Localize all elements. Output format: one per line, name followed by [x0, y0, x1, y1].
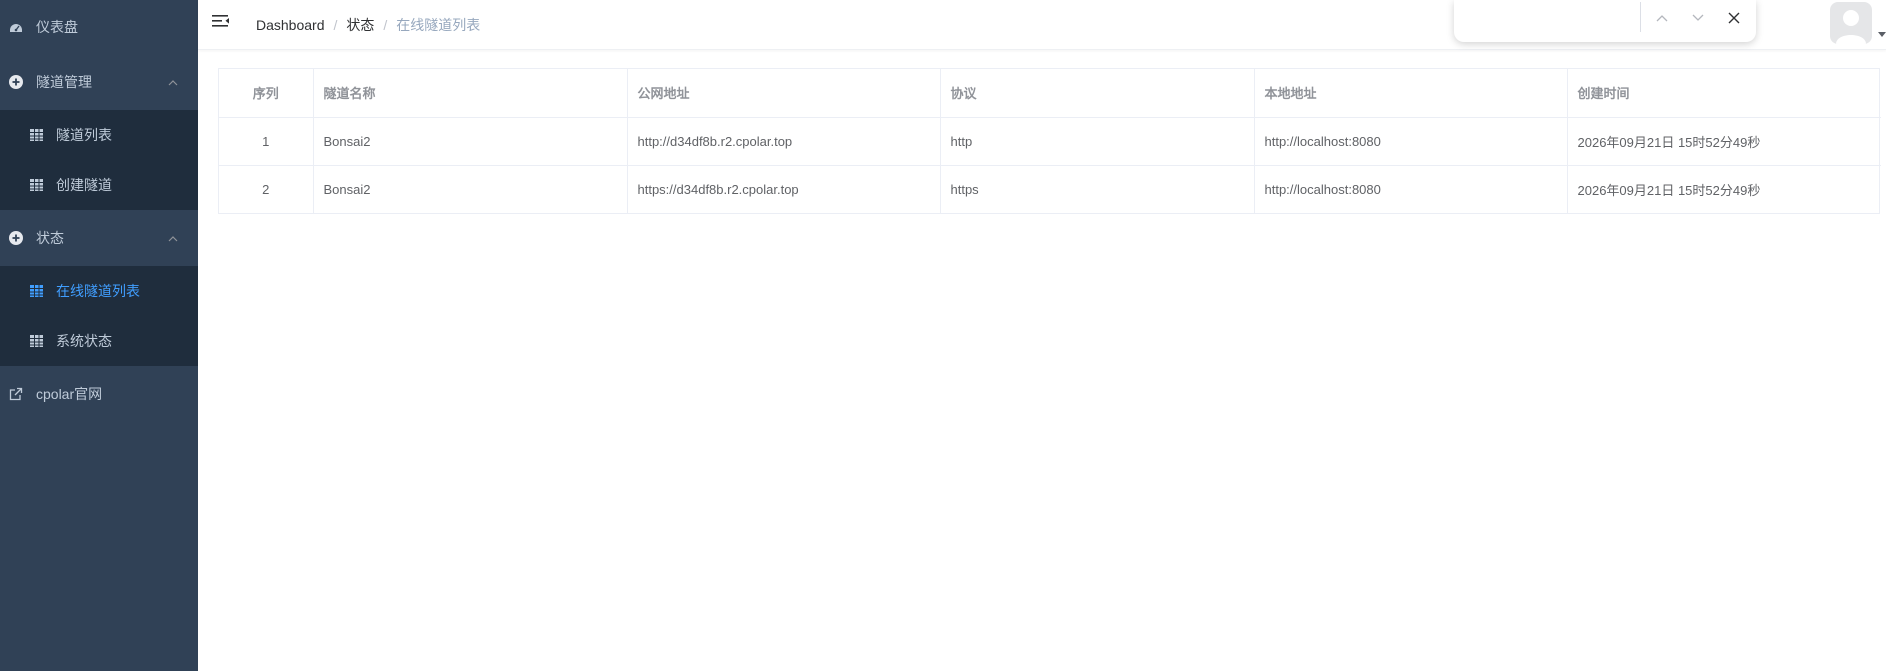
- sidebar-item-tunnel-list[interactable]: 隧道列表: [0, 110, 198, 160]
- cell-tunnel-name: Bonsai2: [313, 117, 628, 166]
- cell-created-time: 2026年09月21日 15时52分49秒: [1567, 117, 1881, 166]
- breadcrumb-separator: /: [383, 17, 388, 33]
- column-header-created-time: 创建时间: [1567, 69, 1881, 118]
- sidebar-item-system-status[interactable]: 系统状态: [0, 316, 198, 366]
- column-header-public-url: 公网地址: [627, 69, 941, 118]
- grid-icon: [28, 177, 44, 193]
- chevron-up-icon: [168, 75, 178, 89]
- caret-down-icon: [1878, 32, 1886, 37]
- sidebar-item-label: 在线隧道列表: [56, 283, 140, 299]
- grid-icon: [28, 333, 44, 349]
- sidebar-item-label: 创建隧道: [56, 177, 112, 193]
- menu-item-label: cpolar官网: [36, 386, 103, 402]
- submenu-items: 隧道列表 创建隧道: [0, 110, 198, 210]
- menu-item-dashboard[interactable]: 仪表盘: [0, 0, 198, 54]
- grid-icon: [28, 127, 44, 143]
- breadcrumb-item-current: 在线隧道列表: [396, 17, 481, 33]
- breadcrumb-item-status[interactable]: 状态: [346, 15, 374, 35]
- main-content: Dashboard / 状态 / 在线隧道列表 序列 隧道名称 公网地址 协议 …: [198, 0, 1886, 671]
- menu-item-cpolar-website[interactable]: cpolar官网: [0, 366, 198, 422]
- cell-public-url: https://d34df8b.r2.cpolar.top: [627, 165, 941, 213]
- submenu-label: 状态: [36, 230, 64, 246]
- breadcrumb-item-dashboard[interactable]: Dashboard: [256, 17, 325, 33]
- sidebar: 仪表盘 隧道管理 隧道列表 创建隧道 状态 在线隧道列表 系统状态 cpolar…: [0, 0, 198, 671]
- find-bar-divider: [1640, 2, 1641, 32]
- cell-public-url: http://d34df8b.r2.cpolar.top: [627, 117, 941, 166]
- column-header-index: 序列: [219, 69, 314, 118]
- cell-protocol: http: [940, 117, 1255, 166]
- column-header-tunnel-name: 隧道名称: [313, 69, 628, 118]
- dashboard-icon: [8, 19, 24, 35]
- plus-circle-icon: [8, 74, 24, 90]
- column-header-local-address: 本地地址: [1254, 69, 1568, 118]
- hamburger-icon[interactable]: [212, 13, 232, 33]
- cell-protocol: https: [940, 165, 1255, 213]
- close-icon[interactable]: [1724, 8, 1744, 28]
- breadcrumb: Dashboard / 状态 / 在线隧道列表: [256, 15, 480, 35]
- breadcrumb-separator: /: [333, 17, 338, 33]
- cell-index: 1: [219, 117, 314, 166]
- grid-icon: [28, 283, 44, 299]
- column-header-protocol: 协议: [940, 69, 1255, 118]
- user-menu[interactable]: [1830, 2, 1886, 44]
- navbar: Dashboard / 状态 / 在线隧道列表: [198, 0, 1886, 50]
- sidebar-item-label: 隧道列表: [56, 127, 112, 143]
- table-row: 1 Bonsai2 http://d34df8b.r2.cpolar.top h…: [219, 117, 1881, 166]
- find-bar: [1454, 0, 1756, 42]
- cell-index: 2: [219, 165, 314, 213]
- submenu-tunnel-management[interactable]: 隧道管理: [0, 54, 198, 110]
- submenu-status[interactable]: 状态: [0, 210, 198, 266]
- chevron-down-icon[interactable]: [1688, 8, 1708, 28]
- submenu-items: 在线隧道列表 系统状态: [0, 266, 198, 366]
- cell-created-time: 2026年09月21日 15时52分49秒: [1577, 182, 1761, 198]
- cell-local-address: http://localhost:8080: [1254, 117, 1568, 166]
- sidebar-item-label: 系统状态: [56, 333, 112, 349]
- sidebar-item-create-tunnel[interactable]: 创建隧道: [0, 160, 198, 210]
- table-row: 2 Bonsai2 https://d34df8b.r2.cpolar.top …: [219, 165, 1881, 213]
- table-header-row: 序列 隧道名称 公网地址 协议 本地地址 创建时间: [219, 69, 1881, 118]
- plus-circle-icon: [8, 230, 24, 246]
- chevron-up-icon: [168, 231, 178, 245]
- online-tunnel-table: 序列 隧道名称 公网地址 协议 本地地址 创建时间 1 Bonsai2 http…: [218, 68, 1881, 214]
- avatar: [1830, 2, 1872, 44]
- menu-item-label: 仪表盘: [36, 19, 78, 35]
- external-link-icon: [8, 386, 24, 402]
- sidebar-item-online-tunnels[interactable]: 在线隧道列表: [0, 266, 198, 316]
- submenu-label: 隧道管理: [36, 74, 92, 90]
- cell-tunnel-name: Bonsai2: [313, 165, 628, 213]
- cell-local-address: http://localhost:8080: [1254, 165, 1568, 213]
- chevron-up-icon[interactable]: [1652, 8, 1672, 28]
